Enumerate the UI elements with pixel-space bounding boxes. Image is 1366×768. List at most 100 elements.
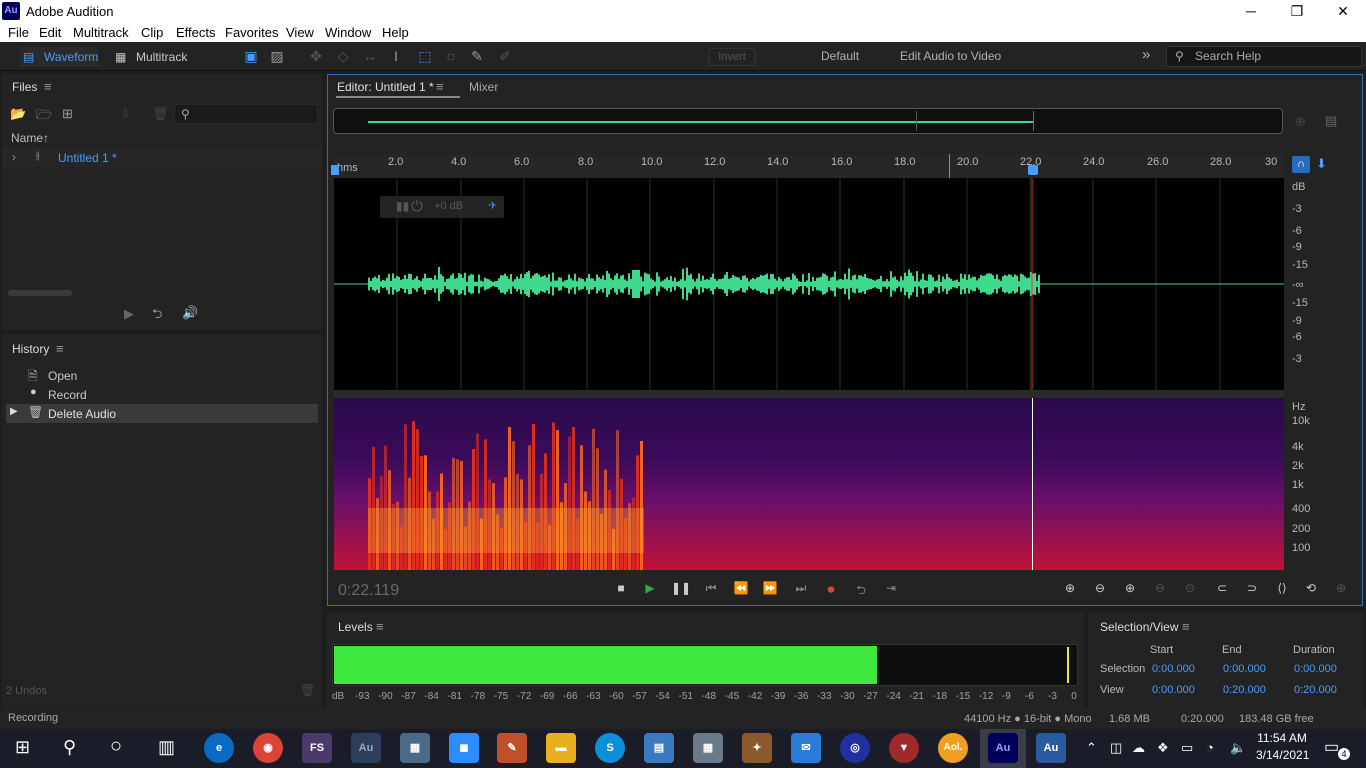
zoom-reset-icon[interactable]: ⟲ [1301, 581, 1321, 597]
notification-icon[interactable]: ▭ [1324, 737, 1339, 757]
minimize-button[interactable]: ─ [1228, 0, 1274, 22]
menu-window[interactable]: Window [325, 25, 371, 40]
cortana-icon[interactable]: ○ [110, 735, 122, 758]
pause-icon[interactable]: ❚❚ [671, 581, 691, 597]
gain-knob-icon[interactable]: ⏻ [411, 198, 423, 215]
lasso-tool-icon[interactable]: ◌ [441, 46, 461, 66]
menu-help[interactable]: Help [382, 25, 409, 40]
waveform-view-icon[interactable]: ▣ [241, 46, 261, 66]
task-view-icon[interactable]: ▥ [158, 737, 175, 758]
marker-pin-icon[interactable]: ⬇ [1316, 156, 1327, 172]
play-icon[interactable]: ▶ [640, 581, 660, 597]
spectral-divider[interactable] [334, 390, 1284, 398]
menu-view[interactable]: View [286, 25, 314, 40]
clear-history-icon[interactable]: 🗑 [300, 683, 315, 697]
import-file-icon[interactable]: 🗁 [36, 106, 52, 128]
onedrive-icon[interactable]: ☁ [1132, 740, 1145, 756]
file-row[interactable]: › ⫲ Untitled 1 * [2, 147, 322, 167]
game-app-icon[interactable]: ✦ [742, 733, 772, 763]
delete-file-icon[interactable]: 🗑 [152, 106, 169, 122]
history-menu-icon[interactable]: ≡ [56, 341, 64, 356]
invert-button[interactable]: Invert [708, 48, 756, 66]
loop-playback-icon[interactable]: ⮌ [851, 581, 871, 597]
stop-icon[interactable]: ■ [611, 581, 631, 597]
files-filter-input[interactable]: ⚲ [174, 104, 318, 124]
view-duration[interactable]: 0:20.000 [1294, 684, 1337, 696]
view-start[interactable]: 0:00.000 [1152, 684, 1195, 696]
current-time-display[interactable]: 0:22.119 [338, 582, 399, 600]
mail-icon[interactable]: ✉ [791, 733, 821, 763]
tab-editor[interactable]: Editor: Untitled 1 * [337, 80, 434, 94]
fast-forward-icon[interactable]: ⏩ [760, 581, 780, 597]
menu-multitrack[interactable]: Multitrack [73, 25, 129, 40]
zoom-in-time-icon[interactable]: ⊕ [1120, 581, 1140, 597]
waveform-mode-button[interactable]: ▤ Waveform [20, 47, 99, 67]
wifi-icon[interactable]: ◔ [1206, 740, 1214, 755]
paint-app-icon[interactable]: ✎ [497, 733, 527, 763]
overview-navigator[interactable] [333, 108, 1283, 134]
hud-gain-control[interactable]: ▮▮ ⏻ +0 dB ✈ [380, 196, 504, 218]
show-hidden-icons[interactable]: ⌃ [1086, 740, 1097, 756]
menu-favorites[interactable]: Favorites [225, 25, 278, 40]
spectral-frequency-display[interactable] [334, 398, 1284, 570]
razor-tool-icon[interactable]: ◇ [333, 46, 353, 66]
zoom-full-icon[interactable]: ⊙ [1180, 581, 1200, 597]
selection-end[interactable]: 0:00.000 [1223, 663, 1266, 675]
audition-active-icon[interactable]: Au [988, 733, 1018, 763]
files-name-column[interactable]: Name↑ [11, 131, 49, 145]
history-item-selected[interactable]: ▶ 🗑 Delete Audio [6, 404, 318, 423]
editor-menu-icon[interactable]: ≡ [436, 79, 444, 94]
record-icon[interactable]: ⏺ [821, 581, 841, 597]
selection-duration[interactable]: 0:00.000 [1294, 663, 1337, 675]
zoom-out-point-icon[interactable]: ⊃ [1242, 581, 1262, 597]
fs-app-icon[interactable]: FS [302, 733, 332, 763]
in-point-handle[interactable] [331, 165, 339, 175]
control-panel-icon[interactable]: ▤ [644, 733, 674, 763]
workspace-default[interactable]: Default [821, 49, 859, 63]
zoom-out-time-icon[interactable]: ⊖ [1150, 581, 1170, 597]
calculator-icon[interactable]: ▦ [693, 733, 723, 763]
clock-date[interactable]: 3/14/2021 [1256, 748, 1309, 762]
rewind-icon[interactable]: ⏪ [731, 581, 751, 597]
marquee-tool-icon[interactable]: ⬚ [415, 46, 435, 66]
loop-file-icon[interactable]: ⮌ [152, 305, 162, 327]
zoom-out-amplitude-icon[interactable]: ⊖ [1090, 581, 1110, 597]
media-app-icon[interactable]: ◎ [840, 733, 870, 763]
view-end[interactable]: 0:20.000 [1223, 684, 1266, 696]
selection-view-menu-icon[interactable]: ≡ [1182, 619, 1190, 634]
network-app-icon[interactable]: ▦ [400, 733, 430, 763]
time-ruler[interactable] [334, 154, 1284, 178]
zoom-overview-icon[interactable]: ⊕ [1295, 114, 1306, 130]
insert-icon[interactable]: ⇩ [120, 106, 131, 122]
zoom-to-selection-icon[interactable]: ⊕ [1331, 581, 1351, 597]
spectral-view-icon[interactable]: ▨ [267, 46, 287, 66]
go-to-start-icon[interactable]: ⏮ [701, 581, 721, 597]
more-workspaces-button[interactable]: » [1142, 46, 1150, 63]
selection-start[interactable]: 0:00.000 [1152, 663, 1195, 675]
playhead-handle[interactable] [1028, 165, 1038, 175]
taskbar-search-icon[interactable]: ⚲ [63, 737, 76, 758]
go-to-end-icon[interactable]: ⏭ [791, 581, 811, 597]
history-item[interactable]: 🗎 Open [6, 366, 318, 385]
time-selection-tool-icon[interactable]: I [386, 46, 406, 66]
autoplay-speaker-icon[interactable]: 🔊 [182, 305, 198, 321]
expand-chevron-icon[interactable]: › [12, 150, 16, 164]
menu-effects[interactable]: Effects [176, 25, 216, 40]
audition-alt-icon[interactable]: Au [1036, 733, 1066, 763]
close-button[interactable]: ✕ [1320, 0, 1366, 22]
brush-tool-icon[interactable]: ✎ [467, 46, 487, 66]
windows-start-icon[interactable]: ⊞ [15, 737, 30, 758]
menu-edit[interactable]: Edit [39, 25, 61, 40]
pin-hud-icon[interactable]: ✈ [488, 199, 497, 212]
zoom-in-point-icon[interactable]: ⊂ [1212, 581, 1232, 597]
overview-settings-icon[interactable]: ▤ [1325, 113, 1337, 129]
clock-time[interactable]: 11:54 AM [1256, 731, 1308, 745]
edge-icon[interactable]: e [204, 733, 234, 763]
skype-icon[interactable]: S [595, 733, 625, 763]
skip-selection-icon[interactable]: ⇥ [881, 581, 901, 597]
files-menu-icon[interactable]: ≡ [44, 79, 52, 94]
audition-app-icon[interactable]: Au [351, 733, 381, 763]
restore-button[interactable]: ❐ [1274, 0, 1320, 22]
snap-toggle-icon[interactable]: ∩ [1292, 156, 1310, 173]
zoom-in-amplitude-icon[interactable]: ⊕ [1060, 581, 1080, 597]
